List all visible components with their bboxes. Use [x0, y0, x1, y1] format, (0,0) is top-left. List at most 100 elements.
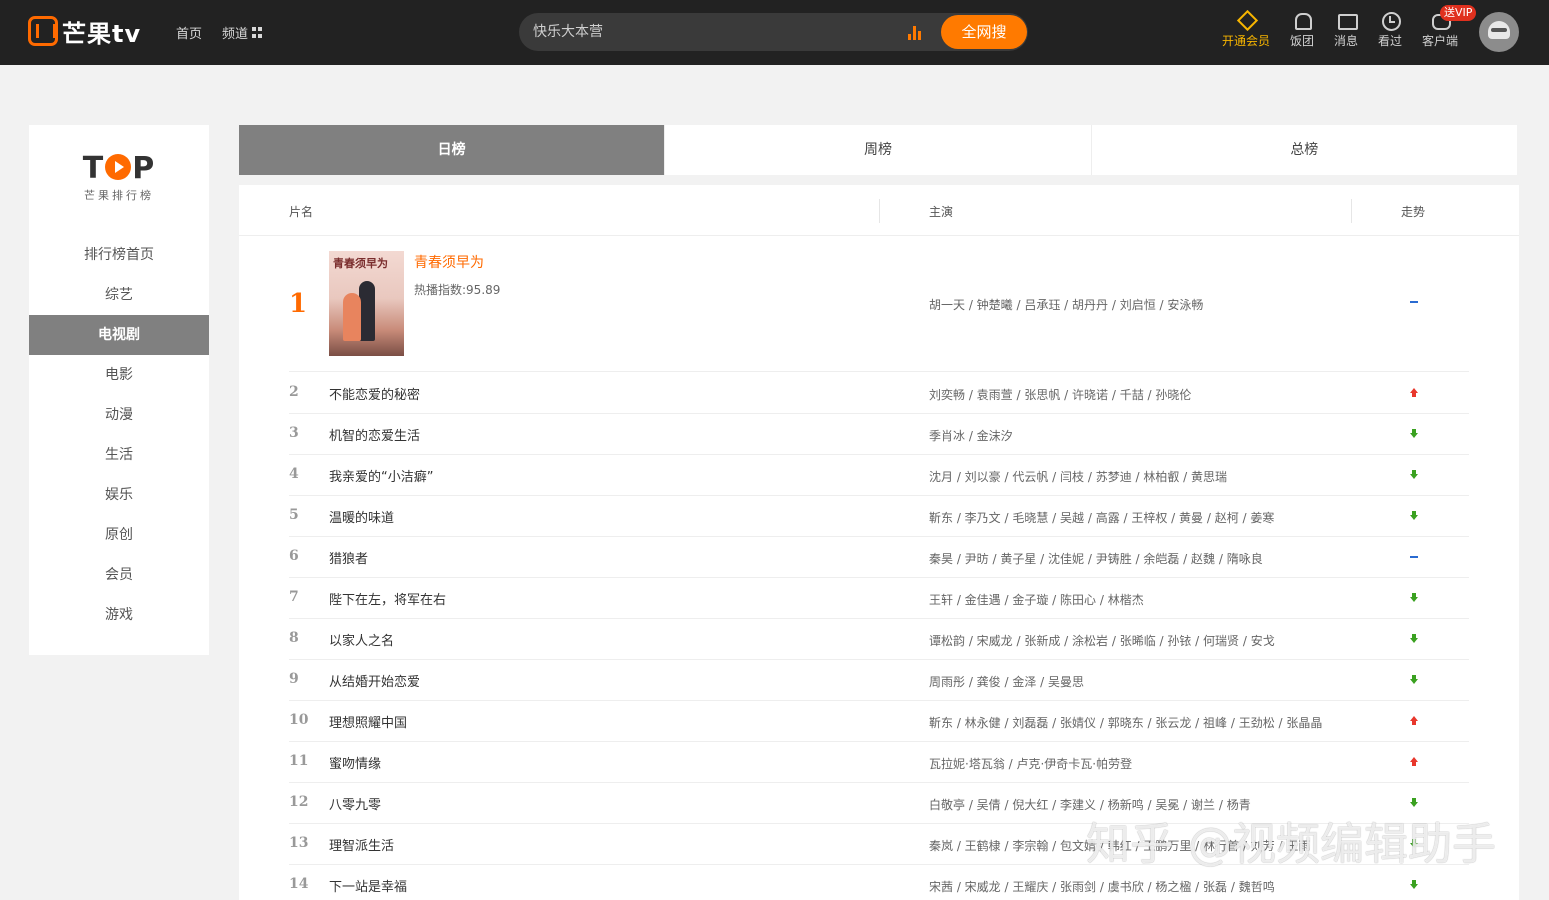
- open-vip-button[interactable]: 开通会员: [1222, 10, 1270, 49]
- table-row[interactable]: 8 以家人之名 谭松韵 / 宋威龙 / 张新成 / 涂松岩 / 张晞临 / 孙铱 /…: [289, 619, 1469, 660]
- history-button[interactable]: 看过: [1378, 10, 1402, 49]
- cast-list: 靳东 / 林永健 / 刘磊磊 / 张婧仪 / 郭晓东 / 张云龙 / 祖峰 / …: [929, 716, 1323, 730]
- cast-list: 胡一天 / 钟楚曦 / 吕承珏 / 胡丹丹 / 刘启恒 / 安泳畅: [929, 298, 1204, 312]
- rank-number: 6: [289, 548, 299, 564]
- heat-index: 热播指数:95.89: [414, 283, 501, 297]
- cast-list: 沈月 / 刘以豪 / 代云帆 / 闫枝 / 苏梦迪 / 林柏叡 / 黄思瑞: [929, 470, 1228, 484]
- show-title-link[interactable]: 八零九零: [329, 794, 381, 813]
- rank-number: 12: [289, 794, 309, 810]
- hot-search-bars-icon[interactable]: [908, 25, 924, 40]
- show-title-link[interactable]: 不能恋爱的秘密: [329, 384, 420, 403]
- top-logo-subtitle: 芒果排行榜: [84, 189, 154, 202]
- trend-down-icon: [1409, 429, 1419, 439]
- table-row[interactable]: 4 我亲爱的“小洁癖” 沈月 / 刘以豪 / 代云帆 / 闫枝 / 苏梦迪 / 林柏…: [289, 455, 1469, 496]
- show-title-link[interactable]: 蜜吻情缘: [329, 753, 381, 772]
- show-title-link[interactable]: 以家人之名: [329, 630, 394, 649]
- top-header: 芒果tv 首页 频道 全网搜 开通会员 饭团 消息 看过 客户端 送VIP: [0, 0, 1549, 65]
- show-title-link[interactable]: 机智的恋爱生活: [329, 425, 420, 444]
- trend-flat-icon: [1409, 297, 1419, 307]
- trend-down-icon: [1409, 634, 1419, 644]
- trend-up-icon: [1409, 716, 1419, 726]
- rank-number: 2: [289, 384, 299, 400]
- fan-club-icon: [1292, 10, 1312, 30]
- trend-down-icon: [1409, 675, 1419, 685]
- rank-number: 3: [289, 425, 299, 441]
- diamond-icon: [1236, 10, 1256, 30]
- logo-text: 芒果tv: [62, 19, 142, 48]
- ranking-sidebar: TP 芒果排行榜 排行榜首页 综艺 电视剧 电影 动漫 生活 娱乐 原创 会员 …: [29, 125, 209, 655]
- tab-daily[interactable]: 日榜: [239, 125, 666, 175]
- table-header: 片名 主演 走势: [239, 185, 1519, 236]
- sidebar-item-member[interactable]: 会员: [29, 555, 209, 595]
- fan-club-button[interactable]: 饭团: [1290, 10, 1314, 49]
- table-row[interactable]: 9 从结婚开始恋爱 周雨彤 / 龚俊 / 金泽 / 吴曼思: [289, 660, 1469, 701]
- nav-home-link[interactable]: 首页: [176, 23, 202, 42]
- rank-number: 10: [289, 712, 309, 728]
- show-title-link[interactable]: 猎狼者: [329, 548, 368, 567]
- table-row[interactable]: 3 机智的恋爱生活 季肖冰 / 金沫汐: [289, 414, 1469, 455]
- sidebar-item-anime[interactable]: 动漫: [29, 395, 209, 435]
- table-row[interactable]: 6 猎狼者 秦昊 / 尹昉 / 黄子星 / 沈佳妮 / 尹铸胜 / 余皑磊 / 赵魏…: [289, 537, 1469, 578]
- sidebar-item-entertainment[interactable]: 娱乐: [29, 475, 209, 515]
- table-row[interactable]: 10 理想照耀中国 靳东 / 林永健 / 刘磊磊 / 张婧仪 / 郭晓东 / 张云龙…: [289, 701, 1469, 742]
- sidebar-item-games[interactable]: 游戏: [29, 595, 209, 635]
- cast-list: 宋茜 / 宋威龙 / 王耀庆 / 张雨剑 / 虞书欣 / 杨之楹 / 张磊 / …: [929, 880, 1275, 894]
- table-row[interactable]: 7 陛下在左，将军在右 王轩 / 金佳遇 / 金子璇 / 陈田心 / 林楷杰: [289, 578, 1469, 619]
- nav-channel-link[interactable]: 频道: [222, 23, 263, 42]
- show-title-link[interactable]: 我亲爱的“小洁癖”: [329, 466, 433, 485]
- open-vip-label: 开通会员: [1222, 34, 1271, 48]
- search-input[interactable]: [533, 22, 873, 42]
- rank-number: 4: [289, 466, 299, 482]
- cast-list: 靳东 / 李乃文 / 毛晓慧 / 吴越 / 高露 / 王梓权 / 黄曼 / 赵柯…: [929, 511, 1275, 525]
- table-row[interactable]: 11 蜜吻情缘 瓦拉妮·塔瓦翁 / 卢克·伊奇卡瓦·帕劳登: [289, 742, 1469, 783]
- sidebar-item-movies[interactable]: 电影: [29, 355, 209, 395]
- column-header-trend: 走势: [1401, 205, 1426, 219]
- sidebar-item-life[interactable]: 生活: [29, 435, 209, 475]
- cast-list: 瓦拉妮·塔瓦翁 / 卢克·伊奇卡瓦·帕劳登: [929, 757, 1133, 771]
- top-logo-word: TP: [82, 151, 156, 186]
- user-avatar[interactable]: [1479, 12, 1519, 52]
- table-row[interactable]: 5 温暖的味道 靳东 / 李乃文 / 毛晓慧 / 吴越 / 高露 / 王梓权 / 黄…: [289, 496, 1469, 537]
- messages-button[interactable]: 消息: [1334, 10, 1358, 49]
- trend-up-icon: [1409, 388, 1419, 398]
- mail-icon: [1336, 10, 1358, 30]
- fan-club-label: 饭团: [1290, 34, 1315, 48]
- sidebar-item-variety[interactable]: 综艺: [29, 275, 209, 315]
- ranking-table: 片名 主演 走势 1 青春须早为 青春须早为 热播指数:95.89 胡一天 / …: [239, 185, 1519, 900]
- show-title-link[interactable]: 下一站是幸福: [329, 876, 407, 895]
- grid-icon: [252, 27, 263, 38]
- trend-down-icon: [1409, 880, 1419, 890]
- rank-number: 1: [289, 289, 308, 319]
- rank-number: 8: [289, 630, 299, 646]
- cast-list: 季肖冰 / 金沫汐: [929, 429, 1013, 443]
- sidebar-item-home[interactable]: 排行榜首页: [29, 235, 209, 275]
- tab-overall[interactable]: 总榜: [1092, 125, 1517, 175]
- search-bar: 全网搜: [519, 13, 1028, 51]
- tab-weekly[interactable]: 周榜: [665, 125, 1092, 175]
- cast-list: 刘奕畅 / 袁雨萱 / 张思帆 / 许晓诺 / 千喆 / 孙晓伦: [929, 388, 1192, 402]
- trend-down-icon: [1409, 511, 1419, 521]
- show-title-link[interactable]: 理智派生活: [329, 835, 394, 854]
- table-row[interactable]: 2 不能恋爱的秘密 刘奕畅 / 袁雨萱 / 张思帆 / 许晓诺 / 千喆 / 孙晓伦: [289, 373, 1469, 414]
- nav-channel-label: 频道: [222, 27, 249, 42]
- show-title-link[interactable]: 温暖的味道: [329, 507, 394, 526]
- poster-title: 青春须早为: [333, 257, 388, 270]
- top-ranking-logo: TP 芒果排行榜: [79, 153, 159, 203]
- messages-label: 消息: [1334, 34, 1359, 48]
- sidebar-item-original[interactable]: 原创: [29, 515, 209, 555]
- mango-tv-logo[interactable]: 芒果tv: [28, 14, 141, 48]
- table-row-top[interactable]: 1 青春须早为 青春须早为 热播指数:95.89 胡一天 / 钟楚曦 / 吕承珏…: [289, 237, 1469, 372]
- trend-up-icon: [1409, 757, 1419, 767]
- show-title-link[interactable]: 陛下在左，将军在右: [329, 589, 446, 608]
- show-title-link[interactable]: 青春须早为: [414, 252, 484, 272]
- client-label: 客户端: [1422, 34, 1459, 48]
- column-divider: [1351, 199, 1352, 223]
- show-title-link[interactable]: 理想照耀中国: [329, 712, 407, 731]
- show-title-link[interactable]: 从结婚开始恋爱: [329, 671, 420, 690]
- trend-flat-icon: [1409, 552, 1419, 562]
- rank-number: 5: [289, 507, 299, 523]
- rank-number: 7: [289, 589, 299, 605]
- sidebar-item-tv-series[interactable]: 电视剧: [29, 315, 209, 355]
- show-poster[interactable]: 青春须早为: [329, 251, 404, 356]
- search-all-button[interactable]: 全网搜: [941, 15, 1027, 49]
